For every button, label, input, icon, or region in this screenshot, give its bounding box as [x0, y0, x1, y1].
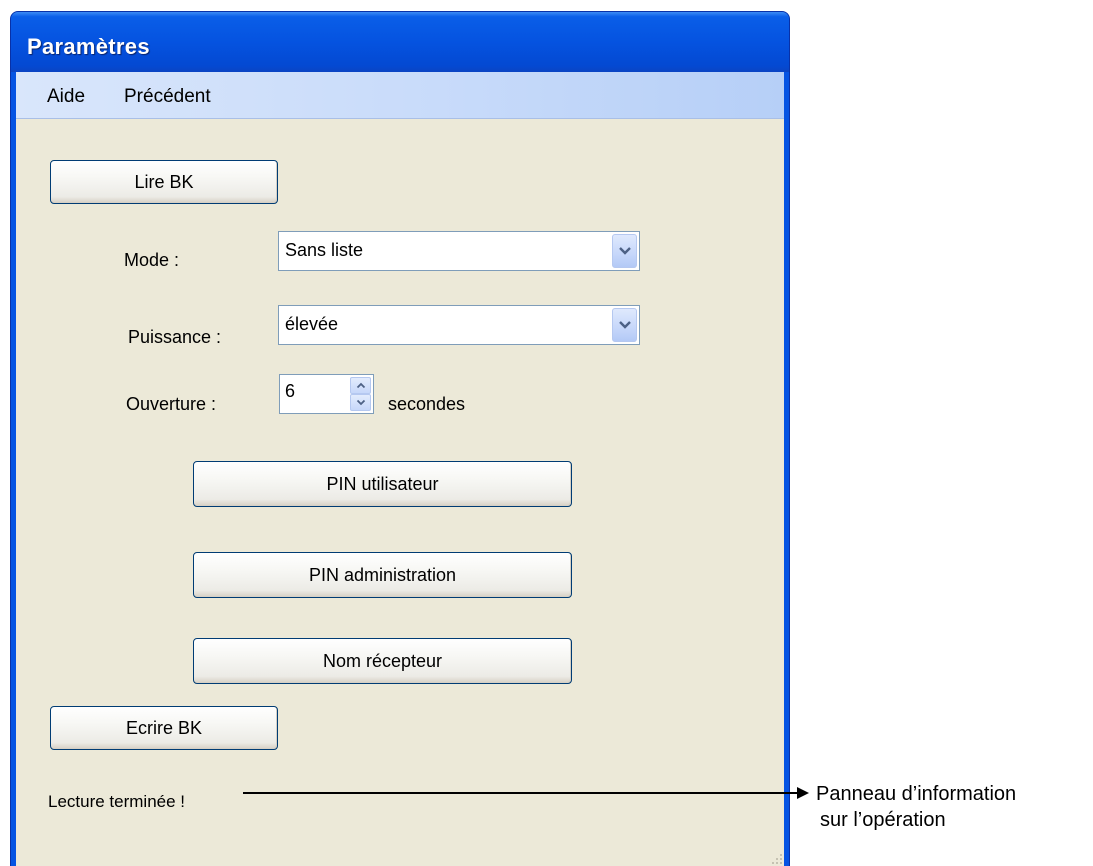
chevron-down-icon: [618, 321, 631, 329]
window-title: Paramètres: [27, 34, 150, 59]
arrow-down-icon: [356, 399, 365, 406]
resize-grip-icon[interactable]: [770, 852, 784, 866]
window-client-area: Aide Précédent Lire BK Mode : Sans liste…: [16, 72, 784, 866]
mode-label: Mode :: [124, 250, 180, 270]
mode-dropdown[interactable]: Sans liste: [278, 231, 640, 271]
opening-duration-stepper[interactable]: 6: [279, 374, 374, 414]
callout-annotation-line-2: sur l’opération: [820, 809, 946, 831]
power-label: Puissance :: [128, 327, 222, 347]
mode-dropdown-value: Sans liste: [285, 240, 364, 260]
operation-info-panel: Lecture terminée !: [48, 792, 186, 811]
opening-label: Ouverture :: [126, 394, 217, 414]
pin-user-button[interactable]: PIN utilisateur: [193, 461, 572, 507]
callout-annotation-line-1: Panneau d’information: [816, 783, 1017, 805]
title-bar[interactable]: Paramètres: [11, 12, 789, 72]
power-dropdown-value: élevée: [285, 314, 339, 334]
opening-duration-value: 6: [285, 381, 296, 401]
stepper-down-button[interactable]: [350, 394, 371, 411]
mode-dropdown-button[interactable]: [612, 234, 637, 268]
stepper-up-button[interactable]: [350, 377, 371, 394]
receiver-name-button[interactable]: Nom récepteur: [193, 638, 572, 684]
settings-window: Paramètres Aide Précédent Lire BK Mode :…: [10, 11, 790, 866]
menu-bar: Aide Précédent: [16, 72, 784, 119]
pin-admin-button[interactable]: PIN administration: [193, 552, 572, 598]
stepper-buttons: [350, 377, 371, 411]
opening-unit-label: secondes: [388, 394, 466, 414]
callout-line: [243, 792, 799, 794]
menu-item-previous[interactable]: Précédent: [124, 86, 211, 108]
menu-item-help[interactable]: Aide: [47, 86, 85, 108]
arrow-up-icon: [356, 382, 365, 389]
power-dropdown-button[interactable]: [612, 308, 637, 342]
callout-arrowhead: [797, 787, 809, 799]
power-dropdown[interactable]: élevée: [278, 305, 640, 345]
write-bk-button[interactable]: Ecrire BK: [50, 706, 278, 750]
read-bk-button[interactable]: Lire BK: [50, 160, 278, 204]
callout-annotation: Panneau d’information sur l’opération: [816, 781, 1016, 833]
chevron-down-icon: [618, 247, 631, 255]
